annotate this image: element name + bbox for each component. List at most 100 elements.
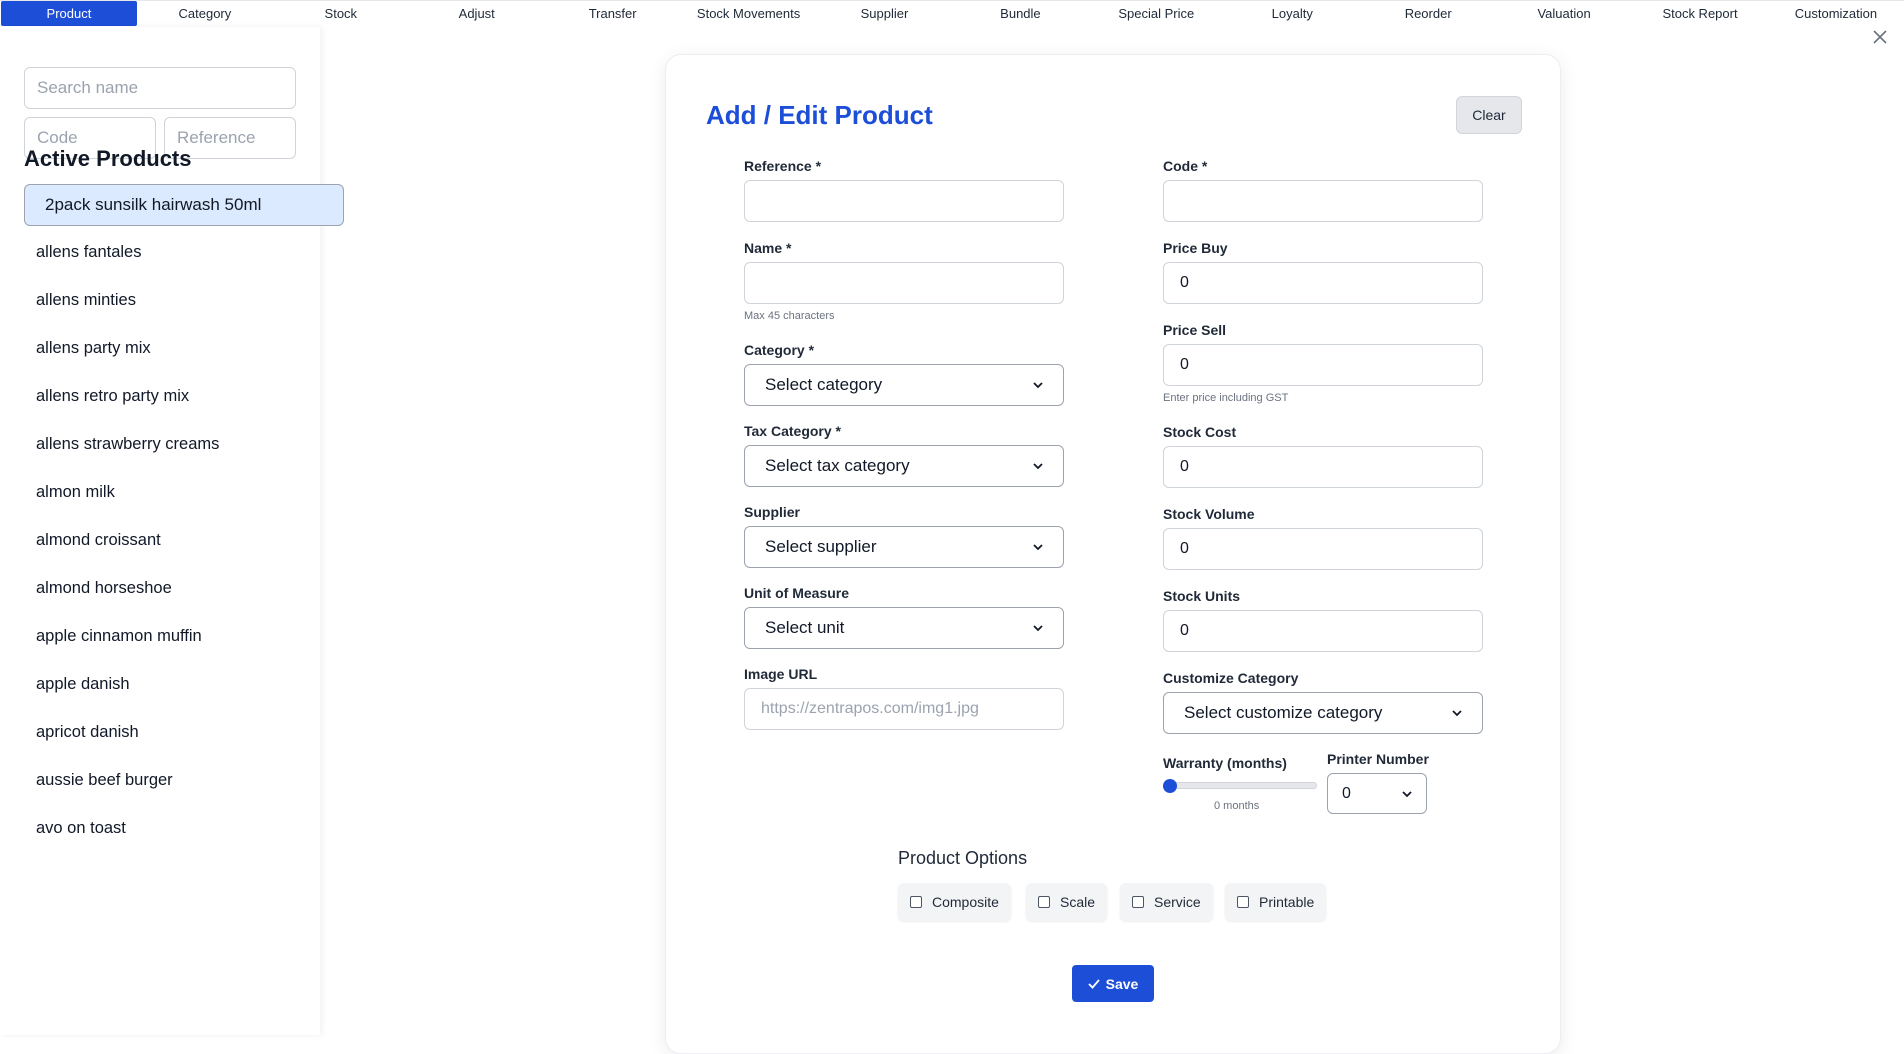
- stock-units-field[interactable]: 0: [1163, 610, 1483, 652]
- product-list-item[interactable]: allens party mix: [24, 328, 296, 368]
- tab-customization[interactable]: Customization: [1768, 1, 1904, 26]
- uom-select-value: Select unit: [765, 618, 845, 637]
- customize-category-label: Customize Category: [1163, 670, 1299, 686]
- tab-reorder[interactable]: Reorder: [1360, 1, 1496, 26]
- product-list-item[interactable]: apple cinnamon muffin: [24, 616, 296, 656]
- price-sell-hint: Enter price including GST: [1163, 392, 1289, 404]
- clear-button[interactable]: Clear: [1456, 96, 1522, 134]
- customize-category-select[interactable]: Select customize category: [1163, 692, 1483, 734]
- product-list-item[interactable]: avo on toast: [24, 808, 296, 848]
- product-list-item[interactable]: apple danish: [24, 664, 296, 704]
- top-nav: Product Category Stock Adjust Transfer S…: [0, 0, 1904, 27]
- supplier-select-value: Select supplier: [765, 537, 877, 556]
- tab-stock-report[interactable]: Stock Report: [1632, 1, 1768, 26]
- tab-stock-movements[interactable]: Stock Movements: [681, 1, 817, 26]
- code-label: Code *: [1163, 158, 1208, 174]
- name-hint: Max 45 characters: [744, 310, 835, 322]
- category-label: Category *: [744, 342, 815, 358]
- product-options-heading: Product Options: [898, 848, 1028, 868]
- name-field[interactable]: [744, 262, 1064, 304]
- chevron-down-icon: [1033, 625, 1043, 632]
- uom-select[interactable]: Select unit: [744, 607, 1064, 649]
- tab-product[interactable]: Product: [1, 1, 137, 26]
- printer-number-label: Printer Number: [1327, 751, 1429, 767]
- image-url-label: Image URL: [744, 666, 818, 682]
- active-products-heading: Active Products: [24, 146, 192, 171]
- chevron-down-icon: [1033, 544, 1043, 551]
- search-input[interactable]: Search name: [24, 67, 296, 109]
- warranty-label: Warranty (months): [1163, 755, 1287, 771]
- warranty-slider[interactable]: [1163, 782, 1317, 789]
- tab-special-price[interactable]: Special Price: [1088, 1, 1224, 26]
- tab-stock[interactable]: Stock: [273, 1, 409, 26]
- customize-category-select-value: Select customize category: [1184, 703, 1383, 722]
- product-list: 2pack sunsilk hairwash 50ml 99code allen…: [24, 184, 344, 856]
- printable-option[interactable]: Printable: [1225, 883, 1327, 921]
- code-field[interactable]: [1163, 180, 1483, 222]
- close-icon[interactable]: [1870, 28, 1890, 48]
- category-select[interactable]: Select category: [744, 364, 1064, 406]
- service-option-label: Service: [1154, 894, 1201, 910]
- stock-cost-label: Stock Cost: [1163, 424, 1237, 440]
- composite-option-label: Composite: [932, 894, 999, 910]
- tab-bundle[interactable]: Bundle: [952, 1, 1088, 26]
- stock-cost-field[interactable]: 0: [1163, 446, 1483, 488]
- product-list-item[interactable]: apricot danish: [24, 712, 296, 752]
- stock-volume-field[interactable]: 0: [1163, 528, 1483, 570]
- supplier-select[interactable]: Select supplier: [744, 526, 1064, 568]
- product-form-card: Add / Edit Product Clear Reference * Nam…: [665, 54, 1561, 1054]
- composite-option[interactable]: Composite: [898, 883, 1011, 921]
- chevron-down-icon: [1033, 382, 1043, 389]
- printable-checkbox[interactable]: [1237, 896, 1249, 908]
- tab-valuation[interactable]: Valuation: [1496, 1, 1632, 26]
- tab-supplier[interactable]: Supplier: [817, 1, 953, 26]
- tab-loyalty[interactable]: Loyalty: [1224, 1, 1360, 26]
- tab-transfer[interactable]: Transfer: [545, 1, 681, 26]
- price-sell-field[interactable]: 0: [1163, 344, 1483, 386]
- scale-checkbox[interactable]: [1038, 896, 1050, 908]
- save-button-label: Save: [1105, 975, 1139, 992]
- uom-label: Unit of Measure: [744, 585, 850, 601]
- product-list-item[interactable]: allens retro party mix: [24, 376, 296, 416]
- service-option[interactable]: Service: [1120, 883, 1213, 921]
- scale-option[interactable]: Scale: [1026, 883, 1108, 921]
- tax-category-label: Tax Category *: [744, 423, 841, 439]
- image-url-field[interactable]: https://zentrapos.com/img1.jpg: [744, 688, 1064, 730]
- printer-number-select[interactable]: 0: [1327, 773, 1427, 814]
- product-list-item[interactable]: almond horseshoe: [24, 568, 296, 608]
- scale-option-label: Scale: [1060, 894, 1096, 910]
- warranty-value-text: 0 months: [1214, 800, 1260, 812]
- name-label: Name *: [744, 240, 792, 256]
- tax-category-select[interactable]: Select tax category: [744, 445, 1064, 487]
- price-buy-field[interactable]: 0: [1163, 262, 1483, 304]
- product-list-item[interactable]: almon milk: [24, 472, 296, 512]
- tab-adjust[interactable]: Adjust: [409, 1, 545, 26]
- product-list-item[interactable]: almond croissant: [24, 520, 296, 560]
- warranty-slider-handle[interactable]: [1163, 779, 1177, 793]
- composite-checkbox[interactable]: [910, 896, 922, 908]
- reference-field[interactable]: [744, 180, 1064, 222]
- save-button[interactable]: Save: [1072, 965, 1154, 1002]
- price-buy-label: Price Buy: [1163, 240, 1228, 256]
- supplier-label: Supplier: [744, 504, 801, 520]
- checkmark-icon: [1088, 978, 1100, 989]
- tax-category-select-value: Select tax category: [765, 456, 910, 475]
- service-checkbox[interactable]: [1132, 896, 1144, 908]
- chevron-down-icon: [1402, 790, 1412, 797]
- chevron-down-icon: [1033, 463, 1043, 470]
- product-list-item[interactable]: aussie beef burger: [24, 760, 296, 800]
- printable-option-label: Printable: [1259, 894, 1315, 910]
- product-list-item[interactable]: allens fantales: [24, 232, 296, 272]
- category-select-value: Select category: [765, 375, 883, 394]
- stock-volume-label: Stock Volume: [1163, 506, 1255, 522]
- stock-units-label: Stock Units: [1163, 588, 1241, 604]
- product-list-item[interactable]: 2pack sunsilk hairwash 50ml: [24, 184, 344, 226]
- product-list-item[interactable]: allens strawberry creams: [24, 424, 296, 464]
- product-list-item[interactable]: allens minties: [24, 280, 296, 320]
- reference-label: Reference *: [744, 158, 822, 174]
- price-sell-label: Price Sell: [1163, 322, 1227, 338]
- form-title: Add / Edit Product: [706, 100, 933, 130]
- printer-number-select-value: 0: [1342, 784, 1351, 802]
- tab-category[interactable]: Category: [137, 1, 273, 26]
- chevron-down-icon: [1452, 710, 1462, 717]
